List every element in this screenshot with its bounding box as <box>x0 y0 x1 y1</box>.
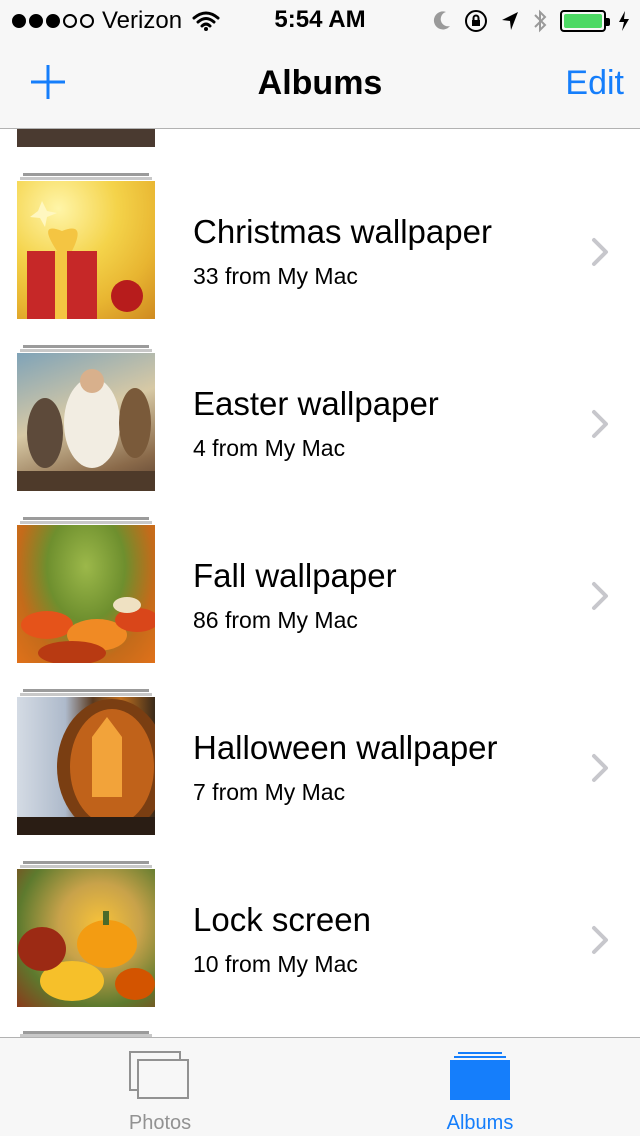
easter-scene-image <box>17 369 155 491</box>
album-count: 33 from My Mac <box>193 263 358 289</box>
stack-edge <box>23 689 149 692</box>
location-arrow-icon <box>502 12 518 30</box>
album-count: 86 from My Mac <box>193 607 358 633</box>
status-right <box>432 7 630 35</box>
battery-fill <box>564 14 602 28</box>
album-count: 7 from My Mac <box>193 779 346 805</box>
album-title: Fall wallpaper <box>193 557 397 594</box>
stack-edge <box>20 521 152 524</box>
album-count: 4 from My Mac <box>193 435 346 461</box>
bluetooth-icon <box>534 9 547 33</box>
screen: Verizon 5:54 AM Albums Edit Christmas wa… <box>0 0 640 1136</box>
tab-bar: Photos Albums <box>0 1037 640 1136</box>
album-title: Halloween wallpaper <box>193 729 498 766</box>
album-list[interactable]: Christmas wallpaper 33 from My Mac Easte… <box>0 129 640 1037</box>
album-row[interactable]: Easter wallpaper 4 from My Mac <box>0 301 640 491</box>
album-title: Easter wallpaper <box>193 385 439 422</box>
album-thumbnail <box>17 353 155 491</box>
chevron-right-icon <box>592 926 608 954</box>
stack-edge <box>20 349 152 352</box>
album-thumbnail-stack <box>17 861 155 1007</box>
album-row[interactable]: Lock screen 10 from My Mac <box>0 817 640 1007</box>
tab-albums[interactable]: Albums <box>320 1038 640 1136</box>
rotation-lock-icon <box>465 10 487 32</box>
page-title: Albums <box>257 64 383 102</box>
album-thumbnail <box>17 181 155 319</box>
chevron-right-icon <box>592 410 608 438</box>
photos-icon <box>129 1051 189 1099</box>
stack-edge <box>23 345 149 348</box>
stack-edge <box>20 865 152 868</box>
tab-photos[interactable]: Photos <box>0 1038 320 1136</box>
charging-bolt-icon <box>619 11 629 31</box>
album-row[interactable]: Christmas wallpaper 33 from My Mac <box>0 129 640 319</box>
battery-tip <box>606 18 610 26</box>
album-thumbnail-stack <box>17 345 155 491</box>
album-row[interactable]: Fall wallpaper 86 from My Mac <box>0 473 640 663</box>
navigation-bar: Albums Edit <box>0 40 640 129</box>
album-thumbnail <box>17 525 155 663</box>
album-title: Lock screen <box>193 901 371 938</box>
album-row[interactable]: Halloween wallpaper 7 from My Mac <box>0 645 640 835</box>
tab-label: Photos <box>128 1112 192 1134</box>
album-thumbnail-stack <box>17 689 155 835</box>
edit-button[interactable]: Edit <box>565 64 624 103</box>
stack-edge <box>23 517 149 520</box>
stack-edge <box>23 861 149 864</box>
status-bar: Verizon 5:54 AM <box>0 0 640 40</box>
albums-icon <box>450 1052 510 1100</box>
moon-icon <box>433 11 450 30</box>
battery-icon <box>560 10 610 32</box>
stack-edge <box>20 693 152 696</box>
album-thumbnail <box>17 869 155 1007</box>
album-thumbnail-stack <box>17 517 155 663</box>
album-title: Christmas wallpaper <box>193 213 492 250</box>
album-count: 10 from My Mac <box>193 951 358 977</box>
album-thumbnail-stack <box>17 173 155 319</box>
tab-label: Albums <box>446 1112 514 1134</box>
chevron-right-icon <box>592 754 608 782</box>
stack-edge <box>20 177 152 180</box>
album-thumbnail <box>17 697 155 835</box>
harvest-image <box>18 911 155 1001</box>
chevron-right-icon <box>592 582 608 610</box>
fall-leaves-image <box>21 597 155 663</box>
stack-edge <box>23 173 149 176</box>
chevron-right-icon <box>592 238 608 266</box>
halloween-pumpkin-image <box>17 699 155 835</box>
christmas-gift-image <box>27 201 143 319</box>
